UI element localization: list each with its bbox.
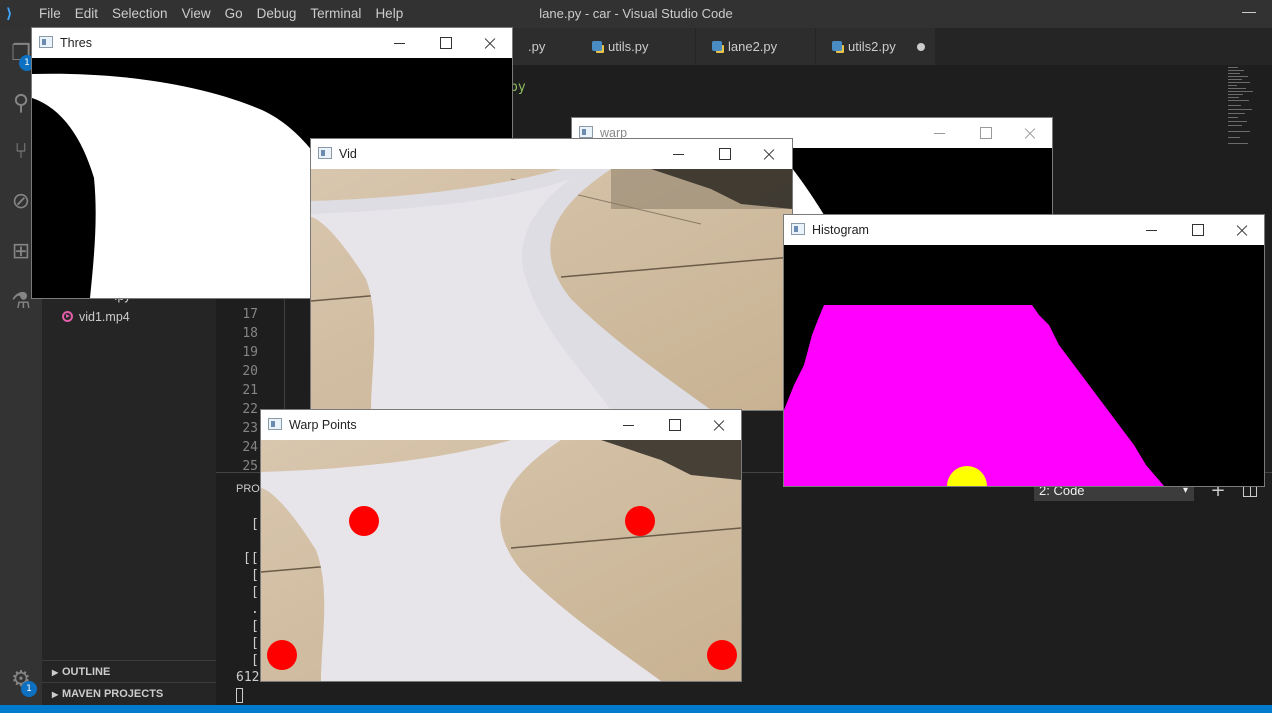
- vid-image: [311, 169, 792, 410]
- titlebar: ⟩ File Edit Selection View Go Debug Term…: [0, 0, 1272, 28]
- minimize-button[interactable]: [656, 139, 702, 169]
- vid-title: Vid: [339, 147, 357, 161]
- vscode-logo-icon: ⟩: [6, 6, 13, 22]
- thres-title: Thres: [60, 36, 92, 50]
- tab-label: .py: [528, 39, 546, 54]
- terminal-line: [: [251, 585, 259, 600]
- window-app-icon: [579, 126, 593, 138]
- menu-debug[interactable]: Debug: [250, 0, 304, 28]
- menu-help[interactable]: Help: [368, 0, 410, 28]
- line-number: 23: [242, 421, 258, 436]
- menu-edit[interactable]: Edit: [68, 0, 105, 28]
- outline-section[interactable]: ▶ OUTLINE: [42, 660, 216, 682]
- terminal-line: [: [251, 568, 259, 583]
- warp-point-bottom-left: [267, 640, 297, 670]
- outline-label: OUTLINE: [62, 666, 111, 678]
- tab-label: utils.py: [608, 39, 649, 54]
- settings-badge: 1: [21, 681, 37, 697]
- minimize-button[interactable]: [917, 118, 963, 148]
- window-app-icon: [791, 223, 805, 235]
- histogram-image: [784, 245, 1264, 486]
- status-bar: [0, 705, 1272, 713]
- warp-points-window[interactable]: Warp Points: [260, 409, 742, 682]
- minimize-button[interactable]: [1129, 215, 1175, 245]
- histogram-title: Histogram: [812, 223, 869, 237]
- terminal-cursor: [236, 688, 243, 703]
- python-file-icon: [832, 41, 842, 51]
- maximize-button[interactable]: [962, 118, 1008, 148]
- python-file-icon: [592, 41, 602, 51]
- vscode-minimize-button[interactable]: [1242, 3, 1256, 17]
- histogram-window[interactable]: Histogram: [783, 214, 1265, 487]
- warp-point-top-left: [349, 506, 379, 536]
- terminal-line: 612: [236, 670, 260, 685]
- minimize-button[interactable]: [377, 28, 423, 58]
- explorer-file-vid1[interactable]: vid1.mp4: [42, 306, 216, 328]
- window-app-icon: [318, 147, 332, 159]
- maven-section[interactable]: ▶ MAVEN PROJECTS: [42, 682, 216, 704]
- tab-label: utils2.py: [848, 39, 896, 54]
- window-app-icon: [39, 36, 53, 48]
- vid-window[interactable]: Vid: [310, 138, 793, 411]
- chevron-right-icon: ▶: [52, 668, 59, 677]
- maximize-button[interactable]: [701, 139, 747, 169]
- close-button[interactable]: [746, 139, 792, 169]
- minimize-button[interactable]: [606, 410, 652, 440]
- window-app-icon: [268, 418, 282, 430]
- terminal-line: .: [251, 602, 259, 617]
- maximize-button[interactable]: [651, 410, 697, 440]
- tab-label: lane2.py: [728, 39, 778, 54]
- warp-point-top-right: [625, 506, 655, 536]
- maximize-button[interactable]: [422, 28, 468, 58]
- line-number: 21: [242, 383, 258, 398]
- line-number: 18: [242, 326, 258, 341]
- terminal-line: [: [251, 619, 259, 634]
- line-number: 20: [242, 364, 258, 379]
- line-number: 25: [242, 459, 258, 471]
- warp-points-titlebar[interactable]: Warp Points: [261, 410, 741, 440]
- tab-utils[interactable]: utils.py: [576, 28, 696, 65]
- maven-label: MAVEN PROJECTS: [62, 688, 164, 700]
- close-button[interactable]: [1007, 118, 1053, 148]
- menu-view[interactable]: View: [175, 0, 218, 28]
- line-number: 19: [242, 345, 258, 360]
- terminal-line: [: [251, 636, 259, 651]
- unsaved-dot-icon[interactable]: [917, 43, 925, 51]
- menu-go[interactable]: Go: [218, 0, 250, 28]
- histogram-titlebar[interactable]: Histogram: [784, 215, 1264, 245]
- warp-points-image: [261, 440, 741, 681]
- close-button[interactable]: [696, 410, 742, 440]
- line-number: 17: [242, 307, 258, 322]
- chevron-right-icon: ▶: [52, 690, 59, 699]
- warp-point-bottom-right: [707, 640, 737, 670]
- video-file-icon: [62, 311, 73, 322]
- tab-utils2[interactable]: utils2.py: [816, 28, 936, 65]
- terminal-line: [: [251, 653, 259, 668]
- menu-terminal[interactable]: Terminal: [303, 0, 368, 28]
- python-file-icon: [712, 41, 722, 51]
- menu-selection[interactable]: Selection: [105, 0, 175, 28]
- line-number: 22: [242, 402, 258, 417]
- terminal-line: [[: [243, 551, 259, 566]
- line-number: 24: [242, 440, 258, 455]
- explorer-file-label: vid1.mp4: [79, 310, 130, 324]
- maximize-button[interactable]: [1174, 215, 1220, 245]
- menu-file[interactable]: File: [32, 0, 68, 28]
- menu-bar: File Edit Selection View Go Debug Termin…: [32, 0, 410, 28]
- tab-lane2[interactable]: lane2.py: [696, 28, 816, 65]
- terminal-line: [: [251, 517, 259, 532]
- close-button[interactable]: [1219, 215, 1265, 245]
- vid-titlebar[interactable]: Vid: [311, 139, 792, 169]
- thres-titlebar[interactable]: Thres: [32, 28, 512, 58]
- close-button[interactable]: [467, 28, 513, 58]
- warp-points-title: Warp Points: [289, 418, 357, 432]
- minimap[interactable]: [1228, 65, 1258, 215]
